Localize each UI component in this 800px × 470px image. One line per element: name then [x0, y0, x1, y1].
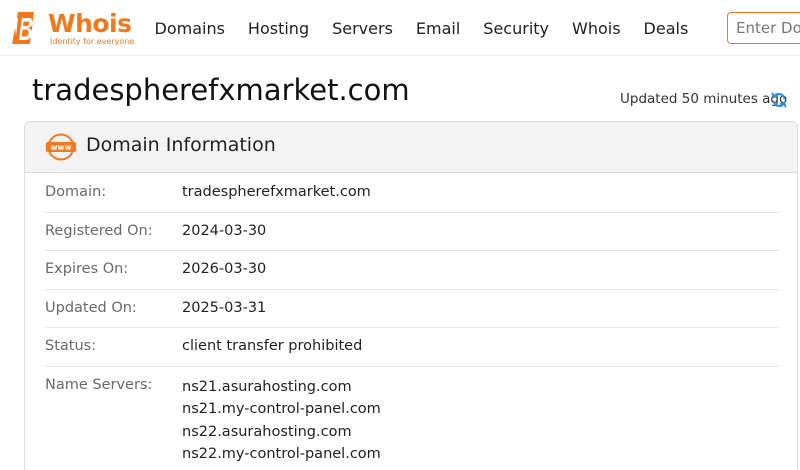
- name-server-item: ns22.my-control-panel.com: [182, 446, 381, 462]
- row-label: Expires On:: [45, 261, 129, 277]
- row-value: 2025-03-31: [182, 299, 267, 316]
- domain-search-input[interactable]: [727, 12, 800, 44]
- whois-logo-icon: [12, 12, 34, 44]
- row-label: Updated On:: [45, 299, 137, 316]
- info-row-domain: Domain: tradespherefxmarket.com: [45, 174, 779, 213]
- brand-tagline: Identity for everyone: [50, 37, 135, 46]
- info-row-name-servers: Name Servers: ns21.asurahosting.com ns21…: [45, 367, 779, 467]
- card-title: Domain Information: [86, 134, 276, 156]
- row-label: Registered On:: [45, 222, 153, 239]
- www-icon: www: [46, 133, 76, 161]
- refresh-icon[interactable]: [770, 91, 788, 109]
- name-server-item: ns22.asurahosting.com: [182, 423, 352, 440]
- nav-item-whois[interactable]: Whois: [561, 19, 633, 38]
- site-header: Whois Identity for everyone Domains Host…: [0, 0, 800, 56]
- row-value: 2026-03-30: [182, 261, 267, 277]
- name-server-item: ns21.asurahosting.com: [182, 378, 352, 395]
- brand-name: Whois: [48, 9, 132, 38]
- info-row-updated: Updated On: 2025-03-31: [45, 290, 779, 328]
- info-row-registered: Registered On: 2024-03-30: [45, 213, 779, 251]
- brand-logo[interactable]: Whois Identity for everyone: [8, 8, 135, 48]
- page-title: tradespherefxmarket.com: [32, 73, 410, 107]
- info-table: Domain: tradespherefxmarket.com Register…: [45, 174, 779, 467]
- main-nav: Domains Hosting Servers Email Security W…: [143, 0, 700, 56]
- nav-item-security[interactable]: Security: [472, 19, 561, 38]
- row-value: 2024-03-30: [182, 222, 267, 239]
- row-label: Domain:: [45, 184, 107, 200]
- domain-info-card: www Domain Information Domain: tradesphe…: [24, 121, 798, 470]
- row-value: client transfer prohibited: [182, 338, 363, 354]
- nav-item-hosting[interactable]: Hosting: [236, 19, 320, 38]
- info-row-status: Status: client transfer prohibited: [45, 328, 779, 367]
- nav-item-deals[interactable]: Deals: [632, 19, 700, 38]
- row-label: Status:: [45, 338, 97, 354]
- row-value: tradespherefxmarket.com: [182, 184, 371, 200]
- nav-item-email[interactable]: Email: [404, 19, 471, 38]
- updated-timestamp: Updated 50 minutes ago: [620, 91, 788, 107]
- row-label: Name Servers:: [45, 376, 153, 393]
- info-row-expires: Expires On: 2026-03-30: [45, 251, 779, 290]
- card-header: www Domain Information: [25, 122, 797, 173]
- name-server-item: ns21.my-control-panel.com: [182, 401, 381, 417]
- name-server-list: ns21.asurahosting.com ns21.my-control-pa…: [182, 376, 381, 466]
- svg-text:www: www: [51, 143, 72, 152]
- nav-item-servers[interactable]: Servers: [321, 19, 405, 38]
- nav-item-domains[interactable]: Domains: [143, 19, 236, 38]
